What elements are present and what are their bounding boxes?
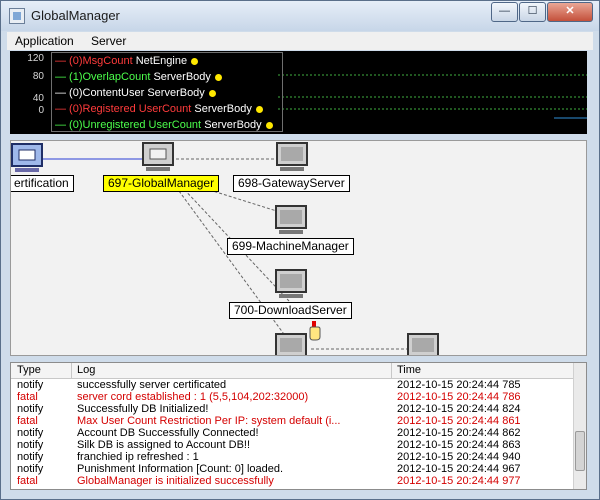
col-header-log[interactable]: Log xyxy=(77,364,95,376)
legend-msgcount: — (0)MsgCount NetEngine xyxy=(55,55,199,69)
log-type: notify xyxy=(17,439,44,451)
log-message: Punishment Information [Count: 0] loaded… xyxy=(77,463,284,475)
log-time: 2012-10-15 20:24:44 824 xyxy=(397,403,521,415)
log-time: 2012-10-15 20:24:44 967 xyxy=(397,463,521,475)
node-machinemanager[interactable]: 699-MachineManager xyxy=(227,238,354,255)
legend-dot-icon xyxy=(208,89,216,97)
log-row[interactable]: fatal GlobalManager is initialized succes… xyxy=(11,475,575,487)
log-message: successfully server certificated xyxy=(77,379,227,391)
log-type: notify xyxy=(17,403,44,415)
node-certification[interactable]: ertification xyxy=(11,175,74,192)
log-header: Type Log Time xyxy=(11,363,586,379)
maximize-button[interactable]: ☐ xyxy=(519,2,546,22)
legend-overlapcount: — (1)OverlapCount ServerBody xyxy=(55,71,222,85)
monitor-icon[interactable] xyxy=(407,333,439,355)
log-row[interactable]: fatal Max User Count Restriction Per IP: … xyxy=(11,415,575,427)
log-type: notify xyxy=(17,451,44,463)
monitor-icon[interactable] xyxy=(275,269,307,299)
monitor-icon[interactable] xyxy=(11,143,43,173)
menu-server[interactable]: Server xyxy=(91,34,126,48)
app-window: GlobalManager — ☐ ✕ Application Server 1… xyxy=(0,0,600,500)
close-button[interactable]: ✕ xyxy=(547,2,593,22)
log-type: notify xyxy=(17,427,44,439)
log-type: fatal xyxy=(17,391,38,403)
legend-dot-icon xyxy=(214,73,222,81)
log-panel[interactable]: Type Log Time notify successfully server … xyxy=(10,362,587,490)
log-time: 2012-10-15 20:24:44 861 xyxy=(397,415,521,427)
log-message: Silk DB is assigned to Account DB!! xyxy=(77,439,251,451)
log-time: 2012-10-15 20:24:44 863 xyxy=(397,439,521,451)
legend-dot-icon xyxy=(265,121,273,129)
col-header-type[interactable]: Type xyxy=(17,364,41,376)
log-type: notify xyxy=(17,463,44,475)
log-message: server cord established : 1 (5,5,104,202… xyxy=(77,391,309,403)
legend-registered-usercount: — (0)Registered UserCount ServerBody xyxy=(55,103,263,117)
log-time: 2012-10-15 20:24:44 862 xyxy=(397,427,521,439)
log-type: fatal xyxy=(17,415,38,427)
title-bar[interactable]: GlobalManager — ☐ ✕ xyxy=(1,1,599,31)
log-time: 2012-10-15 20:24:44 786 xyxy=(397,391,521,403)
log-type: fatal xyxy=(17,475,38,487)
log-message: Max User Count Restriction Per IP: syste… xyxy=(77,415,341,427)
log-time: 2012-10-15 20:24:44 785 xyxy=(397,379,521,391)
monitor-icon[interactable] xyxy=(275,333,307,355)
legend-contentuser: — (0)ContentUser ServerBody xyxy=(55,87,216,101)
log-row[interactable]: notify Account DB Successfully Connected!… xyxy=(11,427,575,439)
col-header-time[interactable]: Time xyxy=(397,364,421,376)
legend-dot-icon xyxy=(191,57,199,65)
log-row[interactable]: notify successfully server certificated 20… xyxy=(11,379,575,391)
log-time: 2012-10-15 20:24:44 977 xyxy=(397,475,521,487)
log-row[interactable]: fatal server cord established : 1 (5,5,10… xyxy=(11,391,575,403)
hand-cursor-icon xyxy=(309,321,321,341)
monitor-icon[interactable] xyxy=(275,205,307,235)
menu-bar: Application Server xyxy=(7,32,593,50)
node-globalmanager[interactable]: 697-GlobalManager xyxy=(103,175,220,192)
log-row[interactable]: notify franchied ip refreshed : 1 2012-10-… xyxy=(11,451,575,463)
graph-legend: — (0)MsgCount NetEngine — (1)OverlapCoun… xyxy=(51,52,283,132)
log-row[interactable]: notify Silk DB is assigned to Account DB!… xyxy=(11,439,575,451)
log-type: notify xyxy=(17,379,44,391)
log-time: 2012-10-15 20:24:44 940 xyxy=(397,451,521,463)
log-scrollbar[interactable] xyxy=(573,363,586,489)
log-message: franchied ip refreshed : 1 xyxy=(77,451,199,463)
app-icon xyxy=(9,8,25,24)
log-message: Account DB Successfully Connected! xyxy=(77,427,259,439)
log-row[interactable]: notify Punishment Information [Count: 0] … xyxy=(11,463,575,475)
legend-unregistered-usercount: — (0)Unregistered UserCount ServerBody xyxy=(55,119,273,133)
scroll-thumb[interactable] xyxy=(575,431,585,471)
server-network-view[interactable]: ertification 697-GlobalManager 698-Gatew… xyxy=(10,140,587,356)
node-gatewayserver[interactable]: 698-GatewayServer xyxy=(233,175,350,192)
log-message: GlobalManager is initialized successfull… xyxy=(77,475,274,487)
legend-dot-icon xyxy=(255,105,263,113)
minimize-button[interactable]: — xyxy=(491,2,518,22)
menu-application[interactable]: Application xyxy=(15,34,74,48)
monitor-icon[interactable] xyxy=(276,142,308,172)
log-row[interactable]: notify Successfully DB Initialized! 2012-1… xyxy=(11,403,575,415)
node-downloadserver[interactable]: 700-DownloadServer xyxy=(229,302,352,319)
monitor-icon[interactable] xyxy=(142,142,174,172)
log-message: Successfully DB Initialized! xyxy=(77,403,209,415)
window-title: GlobalManager xyxy=(31,8,120,23)
performance-graph: 120 80 40 0 — (0)MsgCount NetEngine — (1… xyxy=(10,51,587,134)
